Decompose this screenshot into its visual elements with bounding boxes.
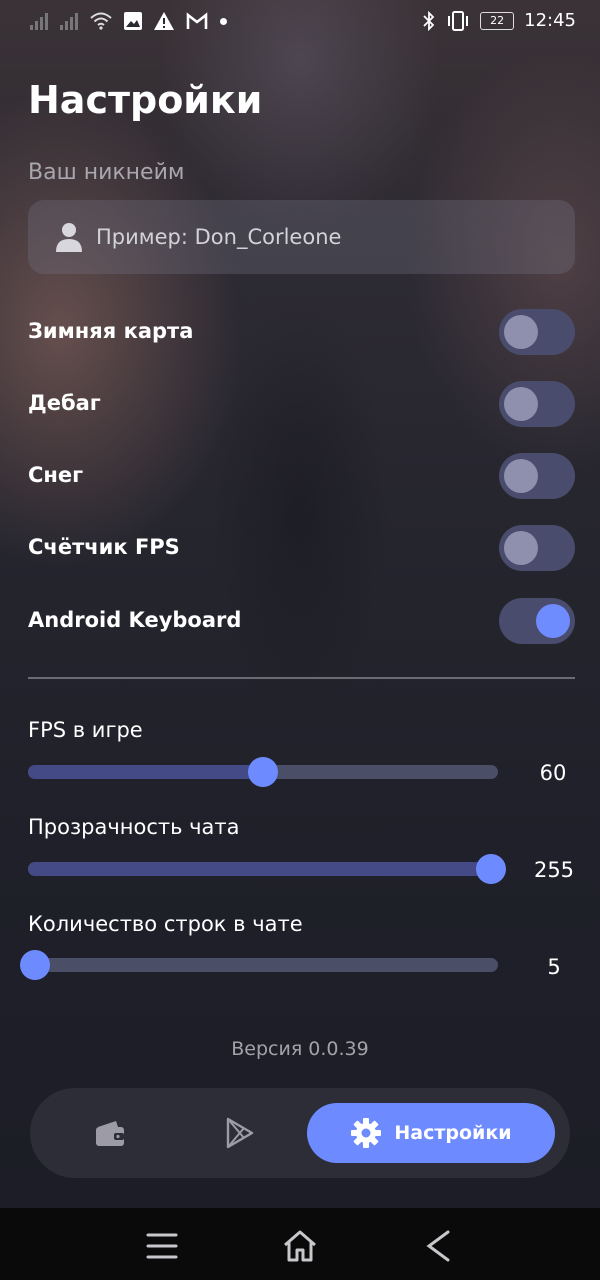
tab-play[interactable] bbox=[210, 1103, 270, 1163]
slider-fill bbox=[28, 862, 498, 876]
slider-label: Количество строк в чате bbox=[28, 912, 303, 936]
slider-value: 255 bbox=[533, 858, 575, 882]
bluetooth-icon bbox=[423, 10, 435, 31]
wifi-icon bbox=[90, 12, 112, 30]
slider-fill bbox=[28, 765, 263, 779]
snow-switch[interactable] bbox=[499, 453, 575, 499]
tab-bar: Настройки bbox=[30, 1088, 570, 1178]
slider-value: 5 bbox=[547, 955, 561, 979]
toggle-row-android-keyboard: Android Keyboard bbox=[28, 598, 575, 644]
toggle-label: Зимняя карта bbox=[28, 319, 194, 343]
home-button[interactable] bbox=[280, 1226, 320, 1266]
user-icon bbox=[56, 223, 82, 252]
toggle-label: Снег bbox=[28, 463, 84, 487]
slider-label: FPS в игре bbox=[28, 718, 143, 742]
toggle-label: Счётчик FPS bbox=[28, 535, 180, 559]
warning-icon bbox=[154, 12, 174, 30]
nickname-input[interactable] bbox=[96, 225, 556, 249]
switch-knob bbox=[504, 315, 538, 349]
status-bar: 22 12:45 bbox=[0, 0, 600, 44]
slider-value: 60 bbox=[539, 761, 567, 785]
chat-lines-slider[interactable] bbox=[20, 950, 498, 980]
home-icon bbox=[284, 1230, 316, 1262]
toggle-row-debug: Дебаг bbox=[28, 381, 575, 427]
vibrate-icon bbox=[448, 10, 469, 31]
gmail-icon bbox=[186, 12, 208, 29]
notification-dot-icon bbox=[220, 17, 227, 25]
fps-counter-switch[interactable] bbox=[499, 525, 575, 571]
version-label: Версия 0.0.39 bbox=[231, 1038, 369, 1060]
tab-settings-label: Настройки bbox=[394, 1122, 512, 1144]
toggle-label: Android Keyboard bbox=[28, 608, 242, 632]
battery-icon: 22 bbox=[480, 11, 515, 30]
switch-knob bbox=[536, 604, 570, 638]
divider bbox=[28, 677, 575, 679]
android-keyboard-switch[interactable] bbox=[499, 598, 575, 644]
image-icon bbox=[124, 12, 142, 30]
clock: 12:45 bbox=[524, 10, 576, 31]
recents-button[interactable] bbox=[142, 1226, 182, 1266]
chat-opacity-slider[interactable] bbox=[28, 854, 506, 884]
back-icon bbox=[426, 1230, 450, 1262]
slider-thumb[interactable] bbox=[476, 854, 506, 884]
slider-label: Прозрачность чата bbox=[28, 815, 240, 839]
nickname-field[interactable] bbox=[28, 200, 575, 274]
gear-icon bbox=[351, 1118, 382, 1148]
play-store-icon bbox=[226, 1117, 254, 1149]
toggle-row-snow: Снег bbox=[28, 453, 575, 499]
switch-knob bbox=[504, 387, 538, 421]
system-nav-bar bbox=[0, 1208, 600, 1280]
switch-knob bbox=[504, 531, 538, 565]
nickname-label: Ваш никнейм bbox=[28, 160, 185, 185]
signal-icon bbox=[60, 13, 78, 30]
wallet-icon bbox=[96, 1121, 124, 1146]
tab-wallet[interactable] bbox=[80, 1103, 140, 1163]
battery-level: 22 bbox=[490, 14, 505, 27]
winter-map-switch[interactable] bbox=[499, 309, 575, 355]
menu-icon bbox=[146, 1233, 178, 1259]
slider-thumb[interactable] bbox=[20, 950, 50, 980]
fps-slider[interactable] bbox=[28, 757, 498, 787]
signal-icon bbox=[30, 13, 48, 30]
toggle-row-winter-map: Зимняя карта bbox=[28, 309, 575, 355]
switch-knob bbox=[504, 459, 538, 493]
debug-switch[interactable] bbox=[499, 381, 575, 427]
back-button[interactable] bbox=[418, 1226, 458, 1266]
toggle-label: Дебаг bbox=[28, 391, 101, 415]
page-title: Настройки bbox=[28, 78, 263, 122]
slider-thumb[interactable] bbox=[248, 757, 278, 787]
toggle-row-fps-counter: Счётчик FPS bbox=[28, 525, 575, 571]
tab-settings[interactable]: Настройки bbox=[307, 1103, 555, 1163]
